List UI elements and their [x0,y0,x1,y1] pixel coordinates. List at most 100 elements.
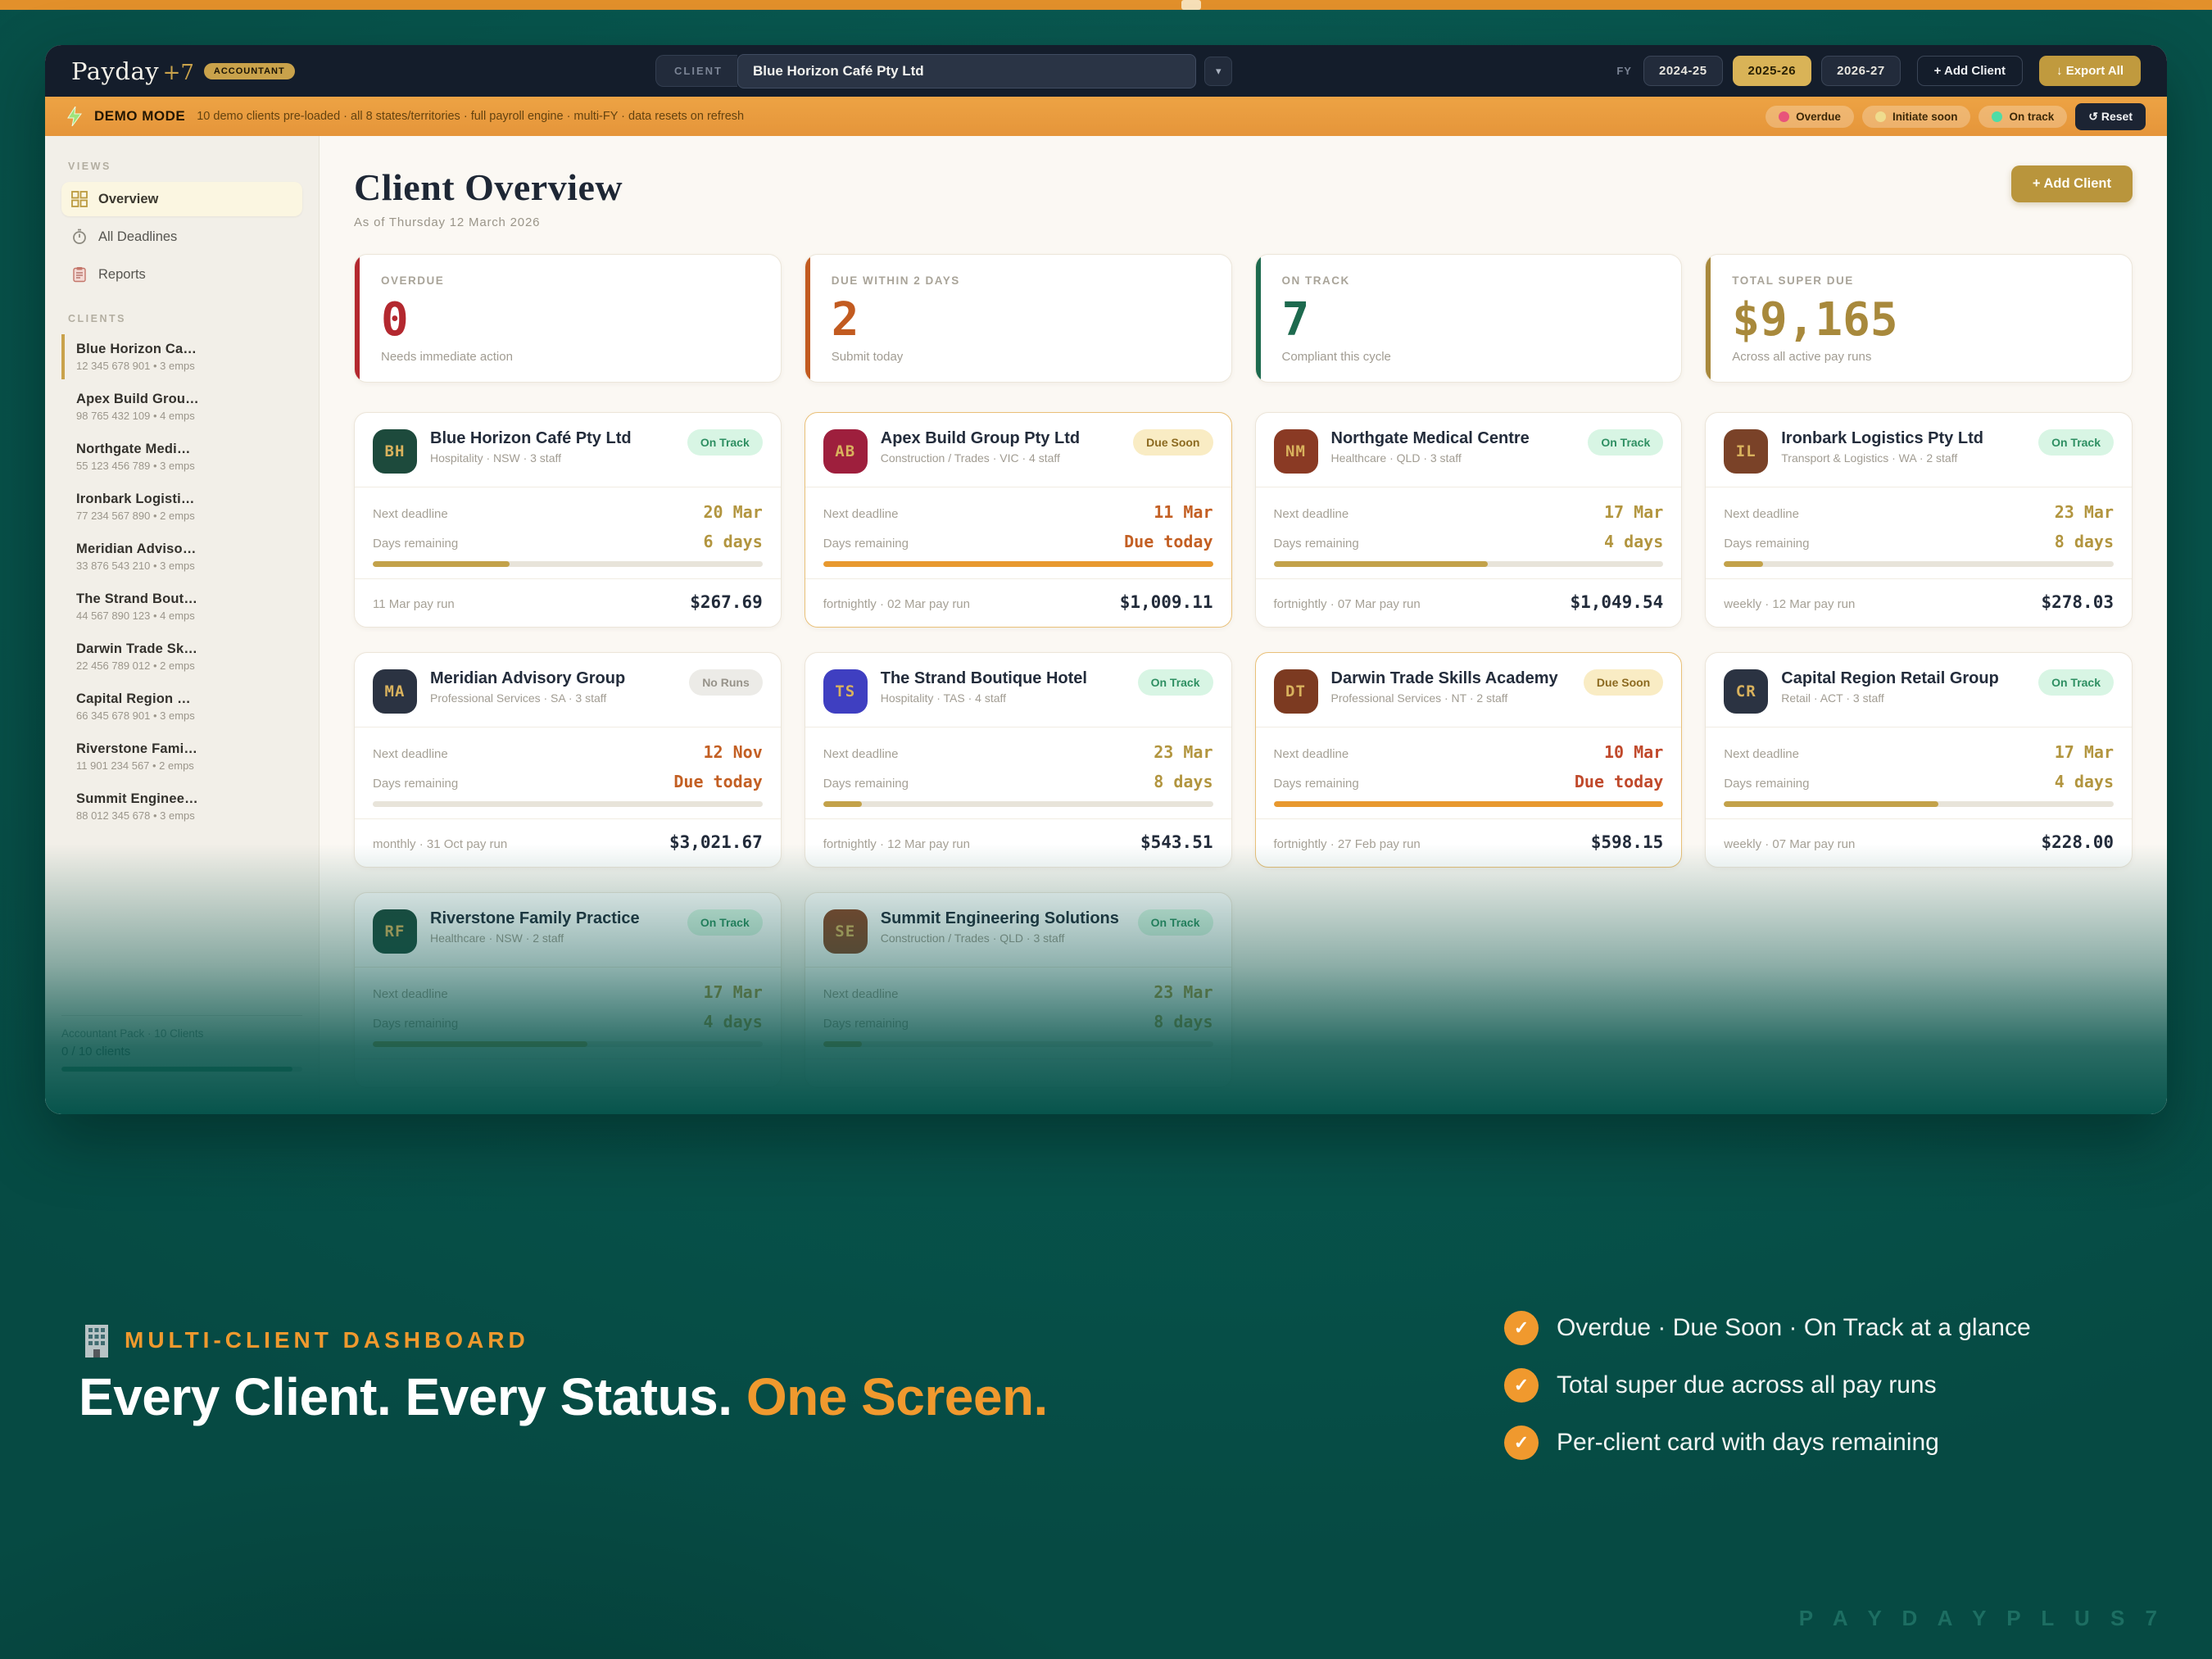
stats-row: OVERDUE 0 Needs immediate action DUE WIT… [354,254,2133,383]
grid-icon [71,191,88,207]
fy-label: FY [1616,65,1632,77]
app-header: Payday +7 ACCOUNTANT CLIENT Blue Horizon… [45,45,2167,97]
sidebar-client-capital[interactable]: Capital Region … 66 345 678 901 • 3 emps [61,684,302,729]
deadline-progress-bar [1274,801,1664,807]
logo: Payday +7 ACCOUNTANT [71,57,295,85]
avatar: RF [373,909,417,954]
check-icon: ✓ [1504,1426,1539,1460]
client-card-apex-build[interactable]: AB Apex Build Group Pty LtdConstruction … [805,412,1232,628]
sidebar-item-label: Reports [98,267,146,283]
avatar: SE [823,909,868,954]
demo-mode-title: DEMO MODE [94,108,185,125]
client-selector-group: CLIENT Blue Horizon Café Pty Ltd ▾ [655,54,1232,88]
sidebar-client-blue-horizon[interactable]: Blue Horizon Ca… 12 345 678 901 • 3 emps [61,334,302,379]
deadline-progress-bar [373,561,763,567]
promo-headline: Every Client. Every Status. One Screen. [79,1367,1048,1427]
sidebar-client-riverstone[interactable]: Riverstone Fami… 11 901 234 567 • 2 emps [61,734,302,779]
sidebar-item-all-deadlines[interactable]: All Deadlines [61,220,302,254]
sidebar: VIEWS Overview All Deadlines [45,136,320,1114]
reset-button[interactable]: ↺ Reset [2075,103,2146,130]
deadline-progress-bar [373,801,763,807]
logo-payday: Payday [71,57,159,85]
watermark: P A Y D A Y P L U S 7 [1799,1606,2164,1631]
promo-kicker-label: MULTI-CLIENT DASHBOARD [125,1327,529,1353]
app-window: Payday +7 ACCOUNTANT CLIENT Blue Horizon… [45,45,2167,1114]
client-card-summit[interactable]: SE Summit Engineering SolutionsConstruct… [805,892,1232,1088]
fy-button-2026-27[interactable]: 2026-27 [1821,56,1901,86]
page-header: Client Overview As of Thursday 12 March … [354,165,2133,229]
export-all-button[interactable]: ↓ Export All [2039,56,2141,86]
avatar: BH [373,429,417,474]
add-client-button-header[interactable]: + Add Client [1917,56,2023,86]
status-badge: No Runs [689,669,763,696]
plan-usage-bar [61,1067,302,1072]
top-strip-notch [1181,0,1201,10]
sidebar-client-strand[interactable]: The Strand Bout… 44 567 890 123 • 4 emps [61,584,302,629]
client-caret-button[interactable]: ▾ [1204,57,1233,86]
overdue-dot-icon [1779,111,1789,122]
client-card-blue-horizon[interactable]: BH Blue Horizon Café Pty LtdHospitality … [354,412,782,628]
promo-kicker: MULTI-CLIENT DASHBOARD [82,1323,529,1358]
status-badge: On Track [2038,669,2114,696]
sidebar-client-meridian[interactable]: Meridian Adviso… 33 876 543 210 • 3 emps [61,534,302,579]
page-subtitle: As of Thursday 12 March 2026 [354,215,623,229]
client-card-darwin[interactable]: DT Darwin Trade Skills AcademyProfession… [1255,652,1683,868]
status-badge: On Track [687,429,763,456]
client-card-ironbark[interactable]: IL Ironbark Logistics Pty LtdTransport &… [1705,412,2133,628]
demo-mode-banner: DEMO MODE 10 demo clients pre-loaded · a… [45,97,2167,136]
stat-card-total-super-due: TOTAL SUPER DUE $9,165 Across all active… [1705,254,2133,383]
promo-bullet-total-super: ✓ Total super due across all pay runs [1504,1368,2031,1403]
deadline-progress-bar [823,1041,1213,1047]
status-badge: Due Soon [1133,429,1213,456]
fy-button-2025-26[interactable]: 2025-26 [1733,56,1812,86]
sidebar-item-overview[interactable]: Overview [61,182,302,216]
deadline-progress-bar [1274,561,1664,567]
client-card-strand[interactable]: TS The Strand Boutique HotelHospitality … [805,652,1232,868]
stat-accent-bar [1706,255,1711,382]
avatar: NM [1274,429,1318,474]
promo-bullet-statuses: ✓ Overdue · Due Soon · On Track at a gla… [1504,1311,2031,1345]
main-content: Client Overview As of Thursday 12 March … [320,136,2167,1114]
add-client-button[interactable]: + Add Client [2011,165,2133,202]
promo-bullet-per-client: ✓ Per-client card with days remaining [1504,1426,2031,1460]
legend-on-track-label: On track [2009,111,2054,123]
sidebar-client-apex-build[interactable]: Apex Build Grou… 98 765 432 109 • 4 emps [61,384,302,429]
building-icon [82,1323,111,1358]
sidebar-client-northgate[interactable]: Northgate Medi… 55 123 456 789 • 3 emps [61,434,302,479]
legend-initiate-soon-label: Initiate soon [1892,111,1958,123]
sidebar-item-label: Overview [98,192,158,207]
avatar: MA [373,669,417,714]
sidebar-client-summit[interactable]: Summit Enginee… 88 012 345 678 • 3 emps [61,784,302,829]
logo-text: Payday +7 [71,57,194,85]
sidebar-client-ironbark[interactable]: Ironbark Logisti… 77 234 567 890 • 2 emp… [61,484,302,529]
stopwatch-icon [71,229,88,245]
page-title: Client Overview [354,165,623,209]
sidebar-plan-footer: Accountant Pack · 10 Clients 0 / 10 clie… [61,1015,302,1072]
deadline-progress-bar [373,1041,763,1047]
status-badge: On Track [1138,909,1213,936]
legend-overdue: Overdue [1766,106,1854,128]
client-card-capital[interactable]: CR Capital Region Retail GroupRetail · A… [1705,652,2133,868]
client-card-meridian[interactable]: MA Meridian Advisory GroupProfessional S… [354,652,782,868]
deadline-progress-bar [1724,561,2114,567]
avatar: IL [1724,429,1768,474]
fy-button-2024-25[interactable]: 2024-25 [1643,56,1723,86]
client-select[interactable]: Blue Horizon Café Pty Ltd [737,54,1196,88]
avatar: TS [823,669,868,714]
client-cards-grid: BH Blue Horizon Café Pty LtdHospitality … [354,412,2133,1088]
check-icon: ✓ [1504,1311,1539,1345]
sidebar-item-reports[interactable]: Reports [61,257,302,292]
status-badge: On Track [2038,429,2114,456]
sidebar-client-darwin[interactable]: Darwin Trade Sk… 22 456 789 012 • 2 emps [61,634,302,679]
client-card-northgate[interactable]: NM Northgate Medical CentreHealthcare · … [1255,412,1683,628]
plan-usage: 0 / 10 clients [61,1045,302,1058]
status-legend: Overdue Initiate soon On track ↺ Reset [1766,103,2146,130]
views-section-label: VIEWS [68,161,302,172]
promo-headline-accent: One Screen. [746,1367,1048,1426]
client-card-riverstone[interactable]: RF Riverstone Family PracticeHealthcare … [354,892,782,1088]
initiate-soon-dot-icon [1875,111,1886,122]
clients-section-label: CLIENTS [68,313,302,324]
chevron-down-icon: ▾ [1216,65,1222,77]
avatar: AB [823,429,868,474]
legend-overdue-label: Overdue [1796,111,1841,123]
